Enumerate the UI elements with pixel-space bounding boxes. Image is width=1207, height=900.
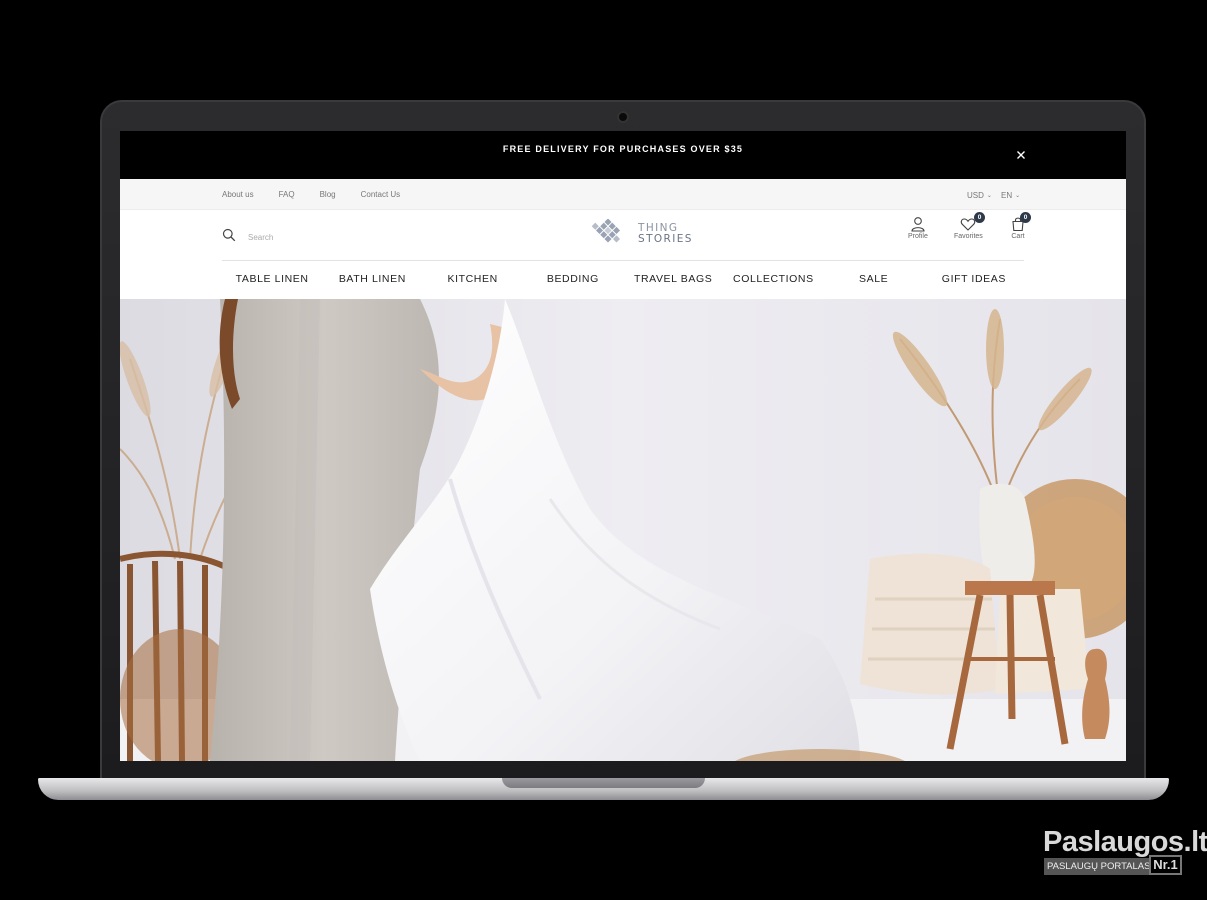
logo-diamond-icon bbox=[591, 219, 621, 243]
site-logo[interactable]: THING STORIES bbox=[582, 219, 693, 249]
currency-select[interactable]: USD ⌄ bbox=[967, 191, 992, 200]
nav-gift-ideas[interactable]: GIFT IDEAS bbox=[924, 261, 1024, 298]
utility-bar: About us FAQ Blog Contact Us USD ⌄ EN ⌄ bbox=[120, 179, 1126, 210]
watermark-subtitle: PASLAUGŲ PORTALAS bbox=[1044, 858, 1150, 875]
main-navigation: TABLE LINEN BATH LINEN KITCHEN BEDDING T… bbox=[222, 260, 1024, 298]
hero-image bbox=[120, 299, 1126, 761]
promo-bar: FREE DELIVERY FOR PURCHASES OVER $35 bbox=[120, 131, 1126, 179]
laptop-hinge-notch bbox=[502, 778, 705, 788]
utility-links: About us FAQ Blog Contact Us bbox=[222, 190, 400, 199]
search-input[interactable] bbox=[248, 233, 368, 242]
logo-line-2: STORIES bbox=[638, 233, 693, 245]
link-about-us[interactable]: About us bbox=[222, 190, 254, 199]
close-icon[interactable] bbox=[1014, 148, 1028, 162]
nav-table-linen[interactable]: TABLE LINEN bbox=[222, 261, 322, 298]
favorites-label: Favorites bbox=[954, 233, 983, 240]
favorites-count-badge: 0 bbox=[974, 212, 985, 223]
nav-collections[interactable]: COLLECTIONS bbox=[723, 261, 823, 298]
chevron-down-icon: ⌄ bbox=[986, 193, 992, 199]
watermark-badge: Nr.1 bbox=[1149, 855, 1182, 875]
logo-wordmark: THING STORIES bbox=[638, 223, 693, 245]
link-faq[interactable]: FAQ bbox=[279, 190, 295, 199]
laptop-screen: FREE DELIVERY FOR PURCHASES OVER $35 Abo… bbox=[120, 131, 1126, 761]
cart-label: Cart bbox=[1011, 233, 1025, 240]
webcam bbox=[617, 111, 629, 123]
watermark-title: Paslaugos.lt bbox=[1043, 826, 1207, 858]
user-icon bbox=[911, 217, 925, 232]
promo-text: FREE DELIVERY FOR PURCHASES OVER $35 bbox=[502, 144, 744, 154]
nav-sale[interactable]: SALE bbox=[824, 261, 924, 298]
link-blog[interactable]: Blog bbox=[320, 190, 336, 199]
language-select[interactable]: EN ⌄ bbox=[1001, 191, 1020, 200]
search-icon[interactable] bbox=[222, 228, 236, 247]
nav-travel-bags[interactable]: TRAVEL BAGS bbox=[623, 261, 723, 298]
search-bar bbox=[222, 228, 368, 247]
nav-bedding[interactable]: BEDDING bbox=[523, 261, 623, 298]
profile-label: Profile bbox=[908, 233, 928, 240]
chevron-down-icon: ⌄ bbox=[1015, 193, 1021, 199]
nav-kitchen[interactable]: KITCHEN bbox=[423, 261, 523, 298]
profile-button[interactable]: Profile bbox=[908, 216, 928, 240]
currency-value: USD bbox=[967, 191, 984, 200]
cart-count-badge: 0 bbox=[1020, 212, 1031, 223]
link-contact-us[interactable]: Contact Us bbox=[361, 190, 401, 199]
language-value: EN bbox=[1001, 191, 1013, 200]
main-header: THING STORIES Profile Favorites 0 Cart 0 bbox=[120, 210, 1126, 260]
nav-bath-linen[interactable]: BATH LINEN bbox=[322, 261, 422, 298]
paslaugos-watermark: Paslaugos.lt PASLAUGŲ PORTALAS Nr.1 bbox=[1043, 826, 1207, 878]
